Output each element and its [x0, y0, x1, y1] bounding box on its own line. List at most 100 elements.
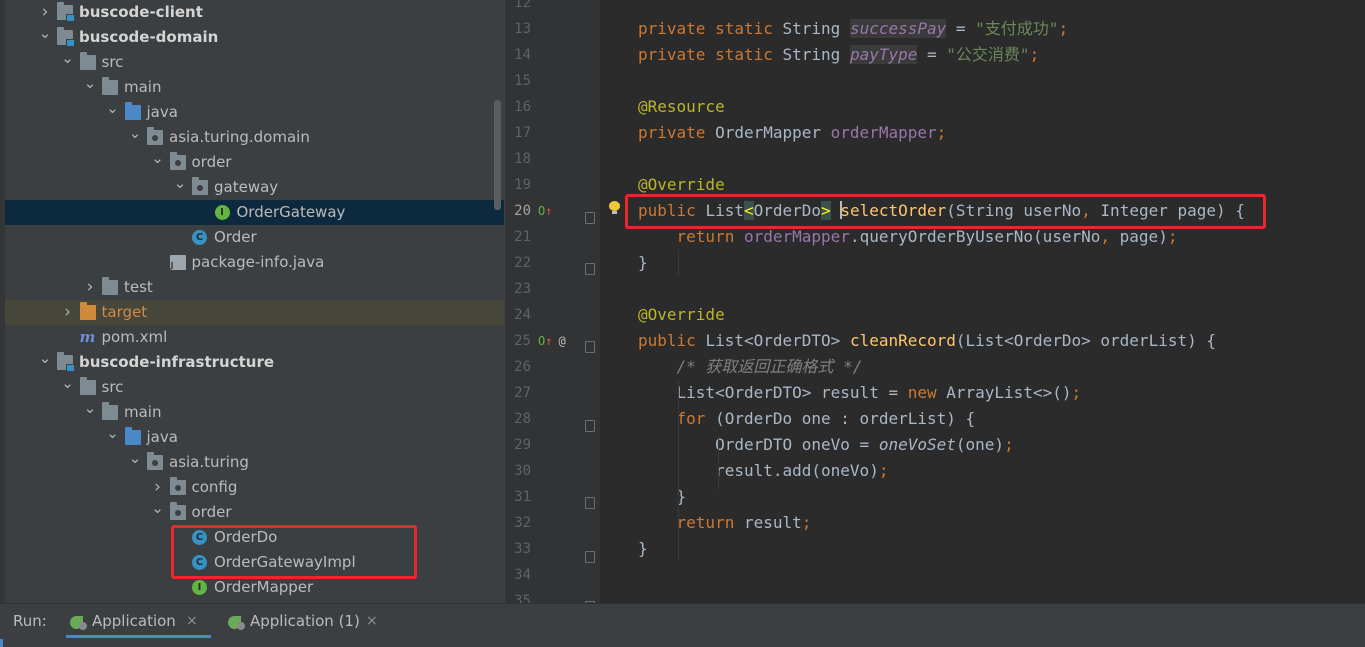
code-line: }: [638, 536, 648, 562]
tree-item-label: buscode-domain: [79, 28, 219, 46]
tree-item-label: gateway: [214, 178, 279, 196]
chevron-down-icon[interactable]: ⌄: [83, 75, 97, 91]
chevron-right-icon[interactable]: ›: [83, 279, 97, 296]
tree-item[interactable]: ⌄ asia.turing: [5, 450, 504, 475]
tree-item-label: target: [101, 303, 148, 321]
code-token: /* 获取返回正确格式 */: [676, 357, 863, 376]
tree-item-label: asia.turing.domain: [169, 128, 310, 146]
code-token: ;: [936, 123, 947, 142]
gutter-marker[interactable]: O↑ @: [538, 328, 566, 354]
code-token: ArrayList<>(): [946, 383, 1072, 402]
chevron-down-icon[interactable]: ⌄: [38, 350, 52, 366]
chevron-down-icon[interactable]: ⌄: [128, 450, 142, 466]
intention-bulb-icon[interactable]: [609, 201, 620, 215]
tree-item[interactable]: package-info.java: [5, 250, 504, 275]
code-token: private static: [638, 45, 783, 64]
code-line: OrderDTO oneVo = oneVoSet(one);: [638, 432, 1014, 458]
chevron-down-icon[interactable]: ⌄: [83, 400, 97, 416]
chevron-down-icon[interactable]: ⌄: [61, 375, 75, 391]
tree-item[interactable]: C Order: [5, 225, 504, 250]
code-token: ;: [801, 513, 812, 532]
package-icon: [169, 502, 186, 520]
close-icon[interactable]: ×: [366, 613, 378, 629]
fold-marker-icon[interactable]: [585, 420, 595, 432]
tree-item[interactable]: ⌄ src: [5, 375, 504, 400]
line-number: 26: [514, 359, 531, 375]
run-tab-label: Application: [92, 612, 176, 630]
chevron-down-icon[interactable]: ⌄: [106, 100, 120, 116]
tree-item-label: order: [191, 503, 232, 521]
chevron-right-icon[interactable]: ›: [151, 479, 165, 496]
code-line: for (OrderDo one : orderList) {: [638, 406, 976, 432]
tree-scrollbar[interactable]: [494, 100, 501, 210]
code-editor[interactable]: 12 13 14 15 16 17 18 19 20 O↑ 21 22 23 24 25 O↑ @26 27 28 2…: [505, 0, 1365, 603]
line-number: 31: [514, 489, 531, 505]
source-folder-icon: [124, 427, 141, 445]
package-icon: [169, 152, 186, 170]
module-folder-icon: [57, 27, 75, 47]
line-number: 27: [514, 385, 531, 401]
chevron-down-icon[interactable]: ⌄: [61, 50, 75, 66]
tree-item[interactable]: m pom.xml: [5, 325, 504, 350]
tree-item[interactable]: › test: [5, 275, 504, 300]
fold-marker-icon[interactable]: [585, 341, 595, 353]
indent-guide: [678, 250, 679, 276]
tree-item-label: java: [146, 103, 178, 121]
run-tab-application-1[interactable]: Application (1) ×: [224, 604, 384, 638]
line-number: 23: [514, 281, 531, 297]
chevron-down-icon[interactable]: ⌄: [151, 500, 165, 516]
maven-icon: m: [79, 328, 96, 346]
code-token: List<OrderDTO>: [705, 331, 850, 350]
code-line: @Override: [638, 302, 725, 328]
fold-marker-icon[interactable]: [585, 497, 595, 509]
tree-item[interactable]: ⌄ java: [5, 425, 504, 450]
chevron-down-icon[interactable]: ⌄: [173, 175, 187, 191]
tree-item[interactable]: › buscode-client: [5, 0, 504, 25]
tree-item[interactable]: ⌄ java: [5, 100, 504, 125]
fold-marker-icon[interactable]: [585, 551, 595, 563]
chevron-down-icon[interactable]: ⌄: [151, 150, 165, 166]
tree-item[interactable]: ⌄ asia.turing.domain: [5, 125, 504, 150]
tree-item[interactable]: ⌄ order: [5, 500, 504, 525]
fold-marker-icon[interactable]: [585, 212, 595, 224]
tree-item[interactable]: ⌄ src: [5, 50, 504, 75]
tree-item[interactable]: I OrderGateway: [5, 200, 504, 225]
line-number: 34: [514, 567, 531, 583]
tree-item[interactable]: › target: [5, 300, 504, 325]
code-line: result.add(oneVo);: [638, 458, 888, 484]
close-icon[interactable]: ×: [186, 613, 198, 629]
chevron-down-icon[interactable]: ⌄: [106, 425, 120, 441]
tree-item[interactable]: ⌄ buscode-domain: [5, 25, 504, 50]
code-token: String: [782, 45, 850, 64]
tree-item[interactable]: ⌄ buscode-infrastructure: [5, 350, 504, 375]
fold-marker-icon[interactable]: [585, 263, 595, 275]
editor-gutter: 12 13 14 15 16 17 18 19 20 O↑ 21 22 23 24 25 O↑ @26 27 28 2…: [505, 0, 600, 603]
tree-item[interactable]: ⌄ main: [5, 75, 504, 100]
chevron-down-icon[interactable]: ⌄: [38, 25, 52, 41]
run-tool-window-bar: Run: Application × Application (1) ×: [0, 603, 1365, 647]
code-line: List<OrderDTO> result = new ArrayList<>(…: [638, 380, 1082, 406]
code-line: return result;: [638, 510, 812, 536]
tree-item[interactable]: ⌄ order: [5, 150, 504, 175]
folder-icon: [102, 277, 118, 295]
chevron-right-icon[interactable]: ›: [38, 4, 52, 21]
chevron-right-icon[interactable]: ›: [61, 304, 75, 321]
line-number: 14: [514, 47, 531, 63]
code-token: ;: [1004, 435, 1014, 454]
tree-item[interactable]: ⌄ main: [5, 400, 504, 425]
chevron-down-icon[interactable]: ⌄: [128, 125, 142, 141]
tree-item-label: Order: [214, 228, 257, 246]
code-line: @Resource: [638, 94, 725, 120]
tree-item[interactable]: › config: [5, 475, 504, 500]
gutter-marker[interactable]: O↑: [538, 198, 552, 224]
line-number: 35: [514, 593, 531, 603]
code-token: .queryOrderByUserNo(userNo: [849, 227, 1101, 246]
run-tab-application[interactable]: Application ×: [66, 604, 211, 638]
code-token: OrderMapper: [715, 123, 831, 142]
indent-guide: [718, 436, 719, 490]
tree-item-label: config: [191, 478, 238, 496]
project-tree[interactable]: › buscode-client ⌄ buscode-domain ⌄ src ⌄ main ⌄…: [0, 0, 505, 603]
tree-item[interactable]: ⌄ gateway: [5, 175, 504, 200]
line-number: 28: [514, 411, 531, 427]
